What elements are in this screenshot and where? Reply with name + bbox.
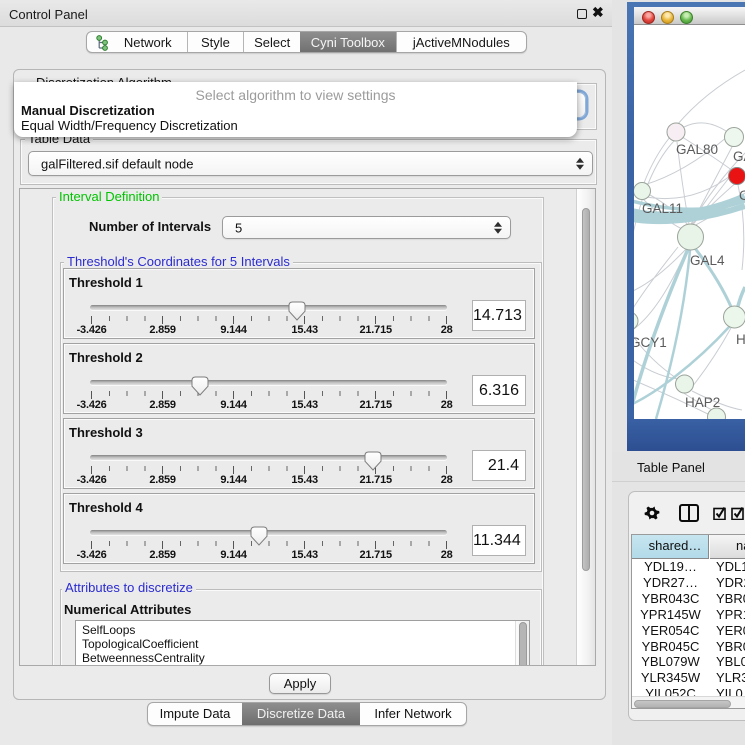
svg-text:CY: CY [739,188,745,203]
svg-text:GAL80: GAL80 [676,142,718,157]
svg-text:GAL4: GAL4 [690,253,725,268]
svg-text:GCY1: GCY1 [634,335,667,350]
svg-text:HIS: HIS [736,332,745,347]
svg-text:GA: GA [733,149,745,164]
svg-text:GAL11: GAL11 [642,201,683,216]
svg-text:HAP2: HAP2 [685,395,720,410]
